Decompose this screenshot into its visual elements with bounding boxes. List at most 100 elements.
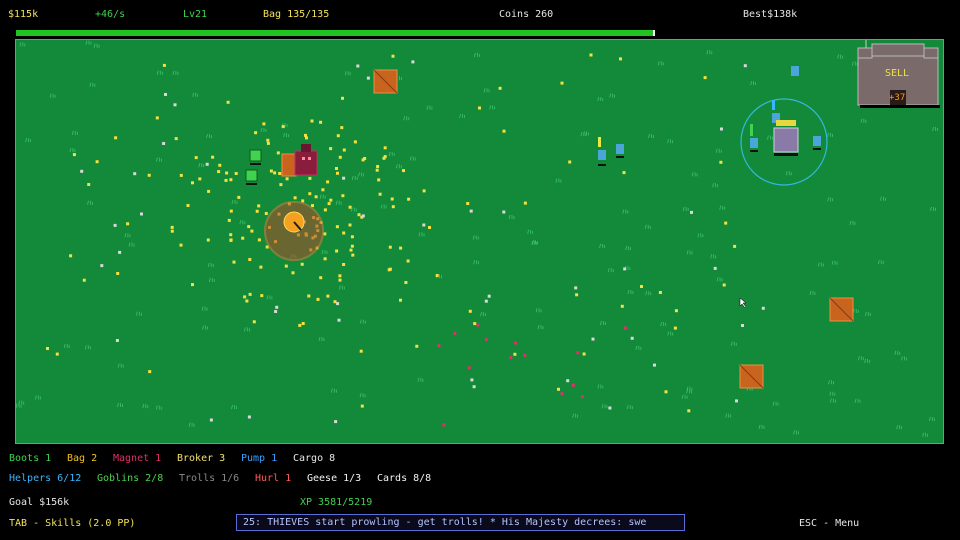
ruby <box>576 351 580 355</box>
coin <box>300 262 304 266</box>
unit-item-0[interactable]: Helpers 6/12 <box>9 473 81 484</box>
ruby <box>560 392 564 396</box>
coin <box>243 295 247 299</box>
coin <box>390 197 394 201</box>
gem <box>336 302 340 306</box>
coin <box>733 244 737 248</box>
helper-icon[interactable] <box>791 66 799 76</box>
goblin-icon[interactable] <box>245 169 258 185</box>
coin <box>502 129 506 133</box>
grass-tuft <box>625 245 632 251</box>
goblin-icon[interactable] <box>249 149 262 165</box>
grass-tuft <box>831 260 838 265</box>
coin <box>234 172 238 175</box>
coin <box>279 183 283 187</box>
grass-tuft <box>686 389 693 394</box>
grass-tuft <box>644 224 651 229</box>
coin <box>468 309 472 313</box>
unit-item-2[interactable]: Trolls 1/6 <box>179 473 239 484</box>
grass-tuft <box>85 40 92 45</box>
grass-tuft <box>403 116 410 121</box>
coin <box>278 172 282 175</box>
helper-icon[interactable] <box>616 144 624 158</box>
gem <box>205 162 209 166</box>
grass-tuft <box>480 312 486 317</box>
grass-tuft <box>572 413 579 418</box>
coin <box>194 156 198 160</box>
upgrade-item-4[interactable]: Pump 1 <box>241 453 277 464</box>
gem <box>275 305 279 309</box>
unit-item-3[interactable]: Hurl 1 <box>255 473 291 484</box>
grass-tuft <box>622 209 629 214</box>
grass-tuft <box>793 430 799 435</box>
helper-icon[interactable] <box>772 100 780 123</box>
unit-item-5[interactable]: Cards 8/8 <box>377 473 431 484</box>
gem <box>342 176 346 180</box>
unit-item-4[interactable]: Geese 1/3 <box>307 473 361 484</box>
grass-tuft <box>697 233 704 238</box>
coin <box>589 53 593 57</box>
grass-tuft <box>922 432 929 437</box>
coin <box>248 258 252 261</box>
coin <box>619 57 622 61</box>
helper-icon[interactable] <box>813 136 821 150</box>
coin <box>308 176 312 180</box>
ticker-text: 25: THIEVES start prowling - get trolls!… <box>243 517 647 528</box>
coin <box>323 208 327 212</box>
skills-hint[interactable]: TAB - Skills (2.0 PP) <box>9 518 135 529</box>
grass-tuft <box>338 285 345 290</box>
helper-icon[interactable] <box>750 124 758 152</box>
upgrade-item-1[interactable]: Bag 2 <box>67 453 97 464</box>
gem <box>720 127 723 131</box>
grass-tuft <box>156 70 163 75</box>
grass-tuft <box>706 50 713 55</box>
upgrade-item-5[interactable]: Cargo 8 <box>293 453 335 464</box>
coin <box>336 134 340 138</box>
coin <box>342 231 346 235</box>
grass-tuft <box>418 232 425 237</box>
grass-tuft <box>395 164 402 169</box>
grass-tuft <box>880 196 886 201</box>
coin <box>513 352 517 356</box>
gem <box>209 418 213 422</box>
coin <box>620 304 624 308</box>
upgrade-item-0[interactable]: Boots 1 <box>9 453 51 464</box>
gem <box>366 76 370 80</box>
coin <box>241 236 245 240</box>
troll-icon[interactable] <box>294 144 318 176</box>
coin <box>284 264 288 268</box>
crate-icon[interactable] <box>373 69 398 94</box>
upgrade-item-3[interactable]: Broker 3 <box>177 453 225 464</box>
coin <box>162 63 166 67</box>
coin <box>266 141 270 145</box>
coin <box>247 225 251 229</box>
upgrade-item-2[interactable]: Magnet 1 <box>113 453 161 464</box>
menu-hint[interactable]: ESC - Menu <box>799 518 859 529</box>
coin <box>428 226 431 229</box>
grass-tuft <box>730 341 737 346</box>
grass-tuft <box>318 336 325 342</box>
crate-icon[interactable] <box>829 297 854 322</box>
grass-tuft <box>319 194 326 199</box>
grass-tuft <box>607 267 614 273</box>
grass-tuft <box>330 388 337 393</box>
coin <box>466 202 470 205</box>
crate-icon[interactable] <box>281 153 297 177</box>
best-readout: Best$138k <box>743 9 798 20</box>
unit-item-1[interactable]: Goblins 2/8 <box>97 473 163 484</box>
gem <box>623 267 627 271</box>
troll-icon[interactable] <box>773 120 799 156</box>
loot-rubies <box>437 323 628 427</box>
world-canvas[interactable]: SELL +37 <box>16 40 943 443</box>
grass-tuft <box>864 311 871 317</box>
helper-icon[interactable] <box>598 137 606 166</box>
gem <box>118 250 122 254</box>
grass-tuft <box>388 151 395 157</box>
coin <box>622 171 626 175</box>
coin <box>338 274 342 278</box>
grass-tuft <box>767 135 773 140</box>
grass-tuft <box>93 43 100 48</box>
game-field[interactable]: SELL +37 <box>15 39 944 444</box>
income-rate: +46/s <box>95 9 126 20</box>
crate-icon[interactable] <box>739 364 764 389</box>
